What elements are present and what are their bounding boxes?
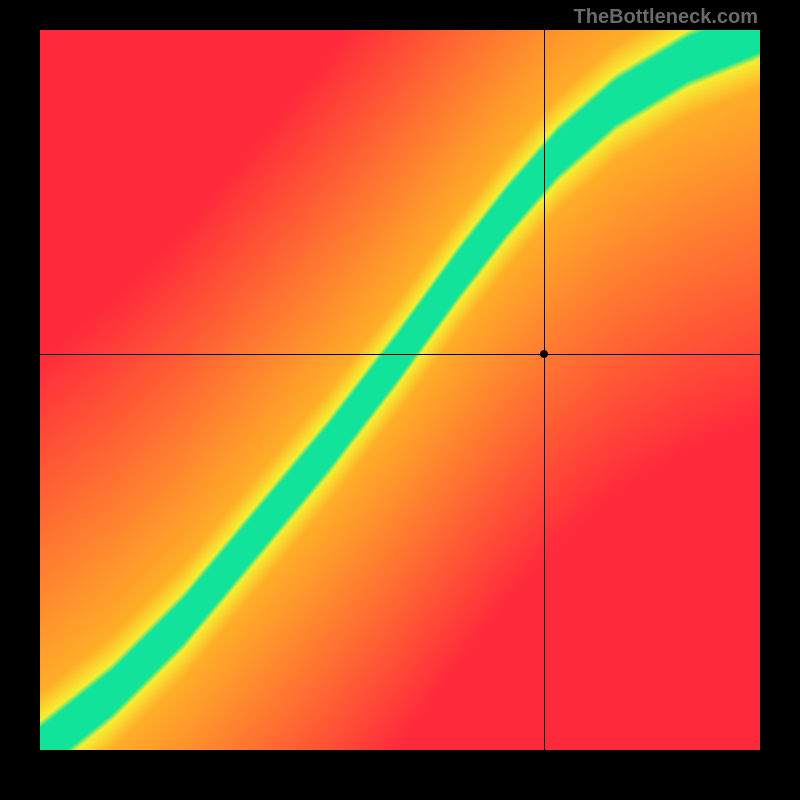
chart-frame: TheBottleneck.com [0,0,800,800]
heatmap-plot [40,30,760,750]
heatmap-canvas [40,30,760,750]
watermark-label: TheBottleneck.com [574,6,758,29]
